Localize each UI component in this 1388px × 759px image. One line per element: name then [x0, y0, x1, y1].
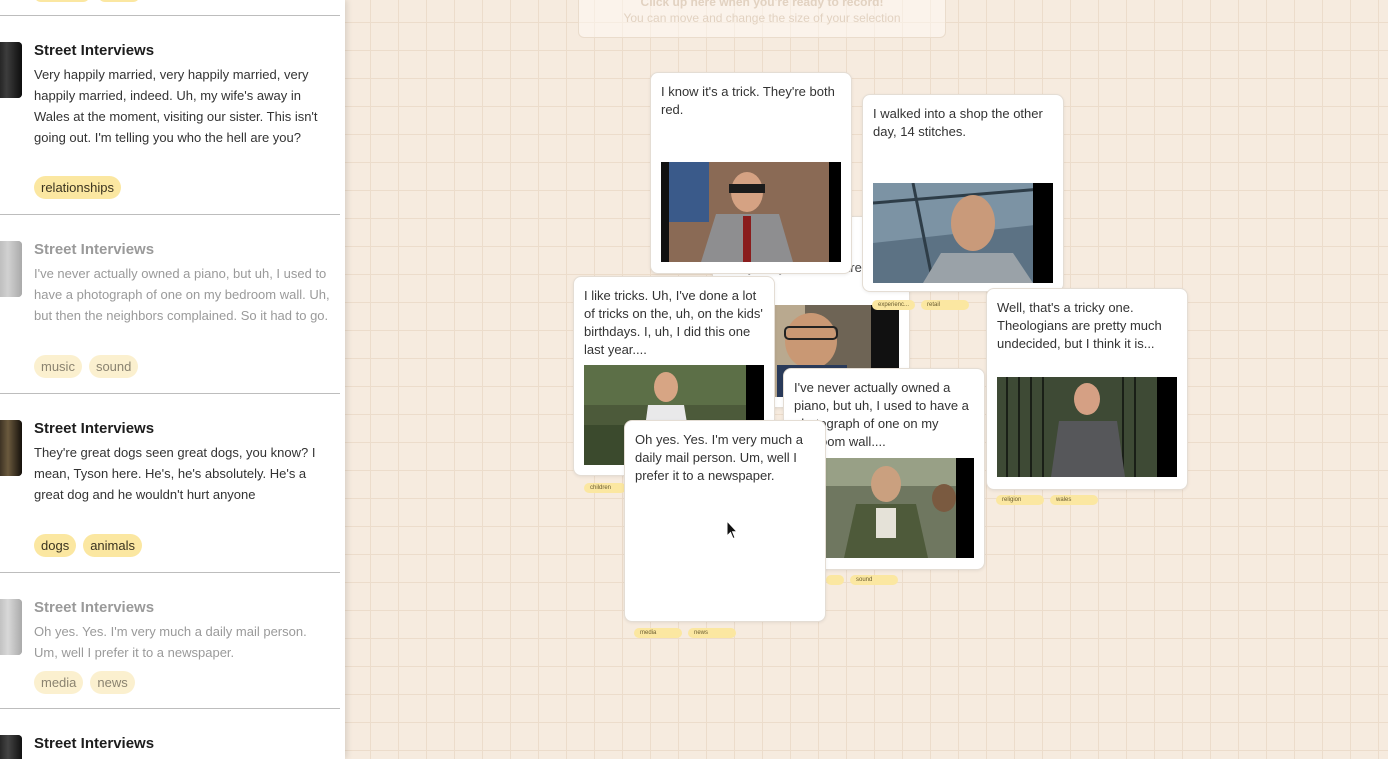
tag-media[interactable]: media	[634, 628, 682, 638]
video-frame-icon	[997, 377, 1177, 477]
card-transcript: I know it's a trick. They're both red.	[661, 84, 835, 117]
card-video[interactable]	[997, 377, 1177, 477]
record-banner-hint: You can move and change the size of your…	[623, 11, 901, 25]
clip-list-item[interactable]: Street Interviews	[0, 735, 340, 759]
video-frame-icon	[661, 162, 841, 262]
clip-thumbnail	[0, 599, 22, 655]
tag-sound[interactable]: sound	[88, 355, 139, 378]
tag-animals[interactable]: animals	[83, 534, 142, 557]
clip-list-item[interactable]: Street Interviews Very happily married, …	[0, 42, 340, 212]
card-transcript: I like tricks. Uh, I've done a lot of tr…	[584, 288, 763, 357]
card-transcript: I walked into a shop the other day, 14 s…	[873, 106, 1043, 139]
card-tags: religion wales	[996, 495, 1098, 505]
clip-tags: media news	[34, 671, 135, 694]
clip-transcript: Oh yes. Yes. I'm very much a daily mail …	[34, 624, 307, 660]
separator	[0, 572, 340, 573]
clip-thumbnail	[0, 42, 22, 98]
tag-wales[interactable]: wales	[1050, 495, 1098, 505]
clip-list-sidebar[interactable]: Street Interviews Very happily married, …	[0, 0, 345, 759]
clip-title: Street Interviews	[34, 241, 155, 258]
card-transcript: Well, that's a tricky one. Theologians a…	[997, 300, 1162, 351]
record-banner-title: Click up here when you're ready to recor…	[640, 0, 884, 9]
clip-card[interactable]: Well, that's a tricky one. Theologians a…	[986, 288, 1188, 490]
card-transcript: Oh yes. Yes. I'm very much a daily mail …	[635, 432, 803, 483]
tag-retail[interactable]: retail	[921, 300, 970, 310]
clip-transcript: I've never actually owned a piano, but u…	[34, 266, 330, 323]
clip-transcript: Very happily married, very happily marri…	[34, 67, 318, 145]
clip-list-item[interactable]: Street Interviews They're great dogs see…	[0, 420, 340, 570]
clip-tags: relationships	[34, 176, 121, 199]
tag-sound[interactable]: sound	[850, 575, 898, 585]
clip-thumbnail	[0, 420, 22, 476]
card-video[interactable]	[873, 183, 1053, 283]
separator	[0, 15, 340, 16]
tag-children[interactable]: children	[584, 483, 626, 493]
tag-religion[interactable]: religion	[996, 495, 1044, 505]
separator	[0, 708, 340, 709]
clip-card[interactable]: Oh yes. Yes. I'm very much a daily mail …	[624, 420, 826, 622]
card-tags: experienc... retail	[872, 300, 970, 310]
card-tags: media news	[634, 628, 736, 638]
card-tags: sound	[826, 575, 898, 585]
mouse-cursor-icon	[726, 520, 738, 540]
clip-tags: dogs animals	[34, 534, 142, 557]
clip-thumbnail	[0, 241, 22, 297]
tag[interactable]	[98, 0, 140, 2]
tag-news[interactable]: news	[90, 671, 135, 694]
tag[interactable]	[34, 0, 90, 2]
tag[interactable]	[826, 575, 844, 585]
clip-transcript: They're great dogs seen great dogs, you …	[34, 445, 316, 502]
clip-list-item[interactable]: Street Interviews Oh yes. Yes. I'm very …	[0, 599, 340, 709]
clip-title: Street Interviews	[34, 42, 155, 59]
clip-title: Street Interviews	[34, 599, 155, 616]
video-frame-icon	[873, 183, 1053, 283]
tag-experience[interactable]: experienc...	[872, 300, 916, 310]
tag-music[interactable]: music	[34, 355, 82, 378]
tag-relationships[interactable]: relationships	[34, 176, 121, 199]
card-video[interactable]	[661, 162, 841, 262]
tag-news[interactable]: news	[688, 628, 736, 638]
tag-media[interactable]: media	[34, 671, 84, 694]
clip-thumbnail	[0, 735, 22, 759]
card-tags: children	[584, 483, 626, 493]
clip-title: Street Interviews	[34, 420, 155, 437]
clip-title: Street Interviews	[34, 735, 155, 752]
clip-tags: music sound	[34, 355, 139, 378]
separator	[0, 393, 340, 394]
clip-card[interactable]: I walked into a shop the other day, 14 s…	[862, 94, 1064, 292]
tag-dogs[interactable]: dogs	[34, 534, 77, 557]
separator	[0, 214, 340, 215]
clip-list-item[interactable]: Street Interviews I've never actually ow…	[0, 241, 340, 391]
record-selection-banner[interactable]: Click up here when you're ready to recor…	[578, 0, 946, 38]
clip-card[interactable]: I know it's a trick. They're both red.	[650, 72, 852, 274]
